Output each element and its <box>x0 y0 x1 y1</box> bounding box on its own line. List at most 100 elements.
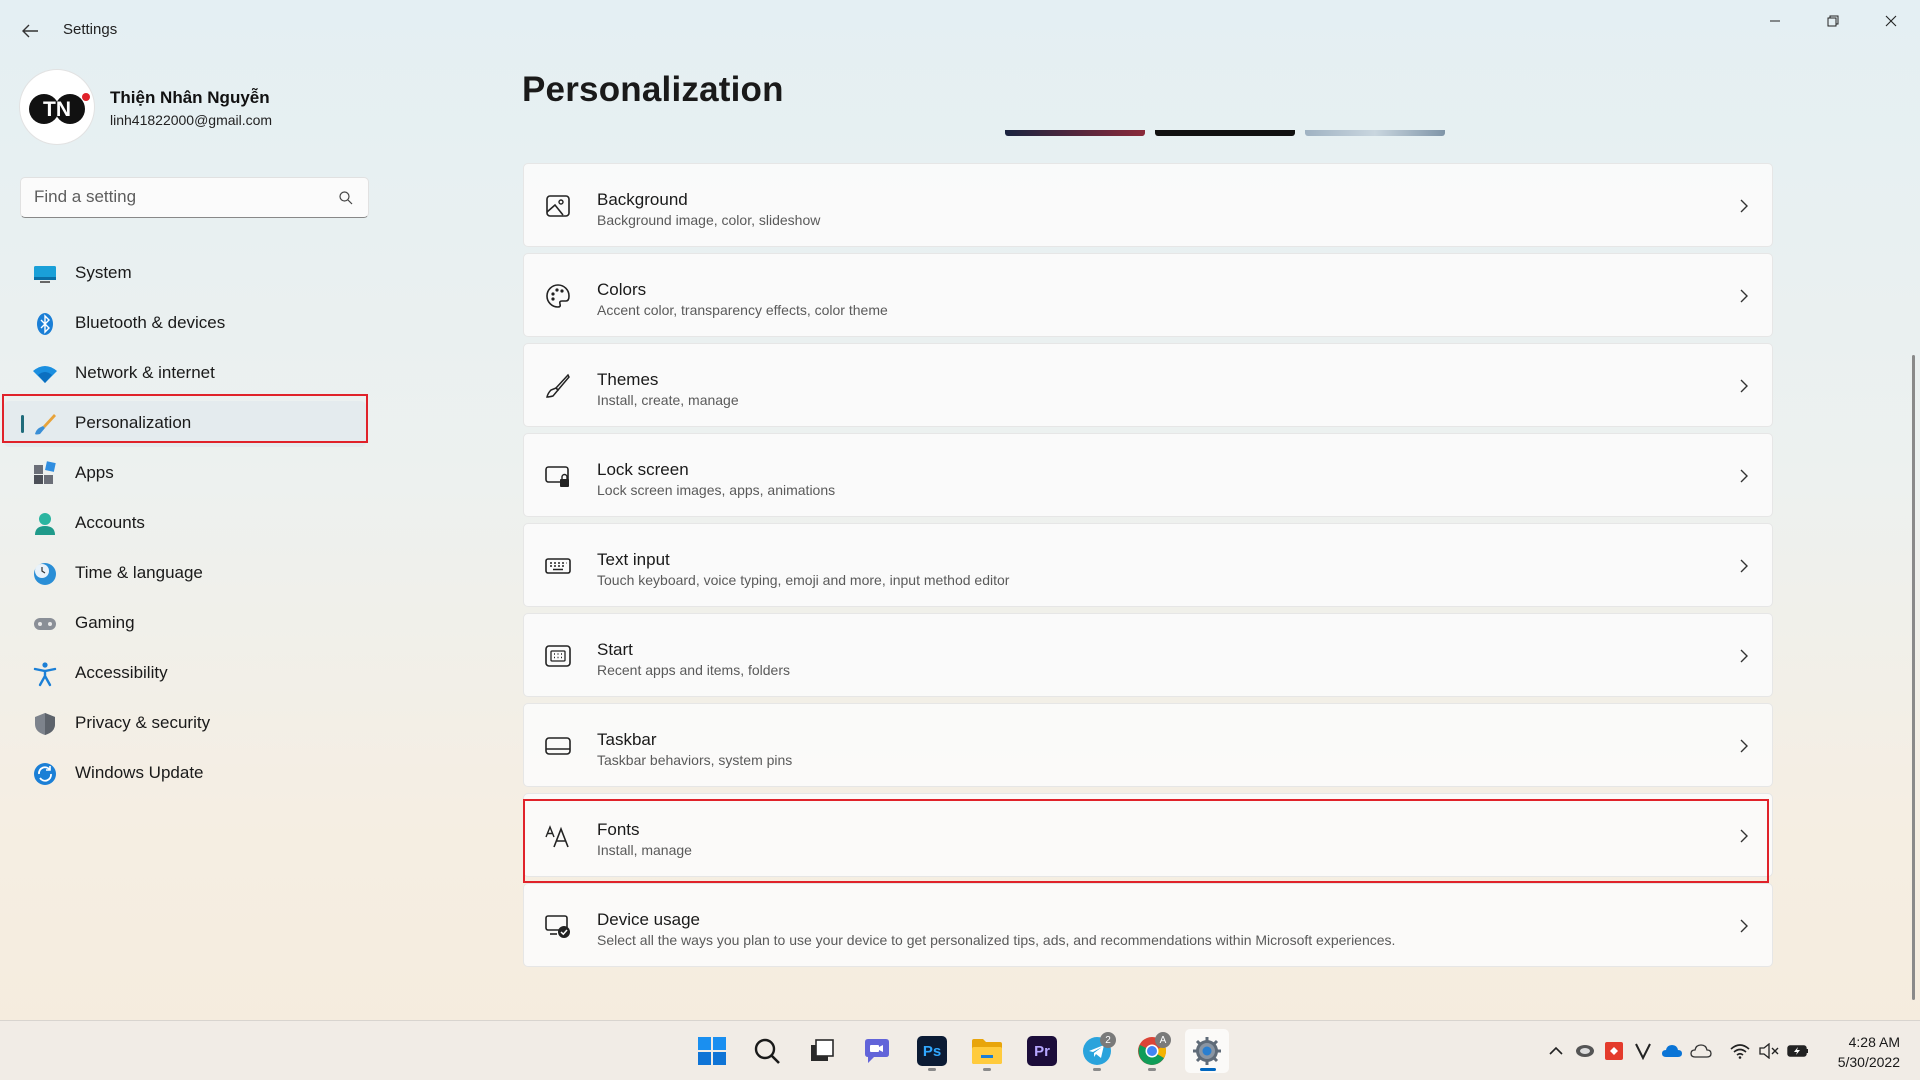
sidebar-item-label: Personalization <box>75 413 192 432</box>
taskbar-photoshop-button[interactable]: Ps <box>910 1029 954 1073</box>
theme-thumbnail[interactable] <box>1155 130 1295 136</box>
restore-button[interactable] <box>1810 6 1856 36</box>
card-subtitle: Taskbar behaviors, system pins <box>597 752 793 768</box>
teams-chat-icon <box>865 1039 889 1063</box>
file-explorer-icon <box>972 1039 1002 1064</box>
sidebar-item-accounts[interactable]: Accounts <box>0 499 370 549</box>
wifi-icon[interactable] <box>1729 1040 1751 1062</box>
system-icon <box>34 266 56 283</box>
keyboard-icon <box>545 558 571 574</box>
taskbar-chrome-button[interactable]: A <box>1130 1029 1174 1073</box>
taskbar-premiere-button[interactable]: Pr <box>1020 1029 1064 1073</box>
theme-thumbnail[interactable] <box>1305 130 1445 136</box>
sidebar-item-system[interactable]: System <box>0 249 370 299</box>
chevron-right-icon <box>1740 919 1748 933</box>
system-clock[interactable]: 4:28 AM 5/30/2022 <box>1838 1032 1900 1072</box>
sidebar-item-time-language[interactable]: Time & language <box>0 549 370 599</box>
card-text-input[interactable]: Text input Touch keyboard, voice typing,… <box>523 523 1773 607</box>
wifi-icon <box>33 366 57 383</box>
search-input[interactable] <box>34 187 334 207</box>
photoshop-icon: Ps <box>917 1036 947 1066</box>
theme-thumbnail[interactable] <box>1005 130 1145 136</box>
tray-v-app-icon[interactable] <box>1632 1040 1654 1062</box>
card-colors[interactable]: Colors Accent color, transparency effect… <box>523 253 1773 337</box>
start-icon <box>545 645 571 667</box>
chevron-right-icon <box>1740 559 1748 573</box>
card-title: Taskbar <box>597 730 657 749</box>
card-title: Lock screen <box>597 460 689 479</box>
task-view-icon <box>811 1039 834 1061</box>
taskbar-task-view-button[interactable] <box>800 1029 844 1073</box>
profile-badge: A <box>1155 1032 1171 1048</box>
sidebar-item-gaming[interactable]: Gaming <box>0 599 370 649</box>
taskbar: Ps Pr 2 A 4:28 AM 5/30/2022 <box>0 1020 1920 1080</box>
taskbar-telegram-button[interactable]: 2 <box>1075 1029 1119 1073</box>
sidebar-item-bluetooth[interactable]: Bluetooth & devices <box>0 299 370 349</box>
card-subtitle: Accent color, transparency effects, colo… <box>597 302 888 318</box>
onedrive-icon[interactable] <box>1661 1040 1683 1062</box>
scrollbar[interactable] <box>1912 355 1915 1000</box>
accounts-icon <box>35 513 55 535</box>
card-subtitle: Touch keyboard, voice typing, emoji and … <box>597 572 1010 588</box>
taskbar-file-explorer-button[interactable] <box>965 1029 1009 1073</box>
brush-icon <box>546 373 570 398</box>
taskbar-settings-button[interactable] <box>1185 1029 1229 1073</box>
palette-icon <box>546 284 570 308</box>
settings-icon <box>1193 1037 1221 1065</box>
fonts-icon <box>545 825 569 848</box>
taskbar-teams-chat-button[interactable] <box>855 1029 899 1073</box>
taskbar-search-button[interactable] <box>745 1029 789 1073</box>
apps-icon <box>34 461 56 484</box>
card-fonts[interactable]: Fonts Install, manage <box>523 793 1773 877</box>
sidebar-item-label: Time & language <box>75 563 203 582</box>
sidebar-item-label: Apps <box>75 463 114 482</box>
close-button[interactable] <box>1868 6 1914 36</box>
card-taskbar[interactable]: Taskbar Taskbar behaviors, system pins <box>523 703 1773 787</box>
back-arrow-icon <box>22 24 38 38</box>
card-device-usage[interactable]: Device usage Select all the ways you pla… <box>523 883 1773 967</box>
sidebar-item-label: Privacy & security <box>75 713 211 732</box>
gamepad-icon <box>34 618 56 630</box>
title-bar: Settings <box>0 0 1920 60</box>
search-box[interactable] <box>20 177 369 218</box>
card-title: Background <box>597 190 688 209</box>
card-title: Start <box>597 640 633 659</box>
sidebar-nav: System Bluetooth & devices Network & int… <box>0 249 370 799</box>
sidebar-item-privacy[interactable]: Privacy & security <box>0 699 370 749</box>
sidebar-item-accessibility[interactable]: Accessibility <box>0 649 370 699</box>
sidebar-item-apps[interactable]: Apps <box>0 449 370 499</box>
battery-charging-icon[interactable] <box>1787 1040 1809 1062</box>
tray-overflow-chevron-icon[interactable] <box>1545 1040 1567 1062</box>
card-start[interactable]: Start Recent apps and items, folders <box>523 613 1773 697</box>
page-title: Personalization <box>522 70 784 109</box>
card-lock-screen[interactable]: Lock screen Lock screen images, apps, an… <box>523 433 1773 517</box>
onedrive-personal-icon[interactable] <box>1690 1040 1712 1062</box>
taskbar-start-button[interactable] <box>690 1029 734 1073</box>
clock-date: 5/30/2022 <box>1837 1054 1900 1070</box>
close-icon <box>1885 15 1897 27</box>
chevron-right-icon <box>1740 289 1748 303</box>
avatar-initials: TN <box>43 98 71 121</box>
search-icon[interactable] <box>338 190 354 206</box>
minimize-button[interactable] <box>1752 6 1798 36</box>
card-background[interactable]: Background Background image, color, slid… <box>523 163 1773 247</box>
sidebar-item-windows-update[interactable]: Windows Update <box>0 749 370 799</box>
restore-icon <box>1827 15 1839 27</box>
volume-muted-icon[interactable] <box>1758 1040 1780 1062</box>
windows-logo-icon <box>698 1037 726 1065</box>
card-title: Device usage <box>597 910 701 929</box>
card-subtitle: Select all the ways you plan to use your… <box>597 932 1396 948</box>
back-button[interactable] <box>14 18 46 44</box>
card-themes[interactable]: Themes Install, create, manage <box>523 343 1773 427</box>
card-subtitle: Recent apps and items, folders <box>597 662 790 678</box>
sidebar-item-label: Accessibility <box>75 663 168 682</box>
sidebar-item-personalization[interactable]: Personalization <box>0 399 370 449</box>
card-title: Themes <box>597 370 659 389</box>
sidebar-item-network[interactable]: Network & internet <box>0 349 370 399</box>
image-icon <box>546 195 570 217</box>
sidebar-item-label: Network & internet <box>75 363 215 382</box>
tray-app-icon[interactable] <box>1574 1040 1596 1062</box>
user-profile[interactable]: TN Thiện Nhân Nguyễn linh41822000@gmail.… <box>20 70 370 146</box>
globe-clock-icon <box>34 563 56 585</box>
tray-red-app-icon[interactable] <box>1603 1040 1625 1062</box>
